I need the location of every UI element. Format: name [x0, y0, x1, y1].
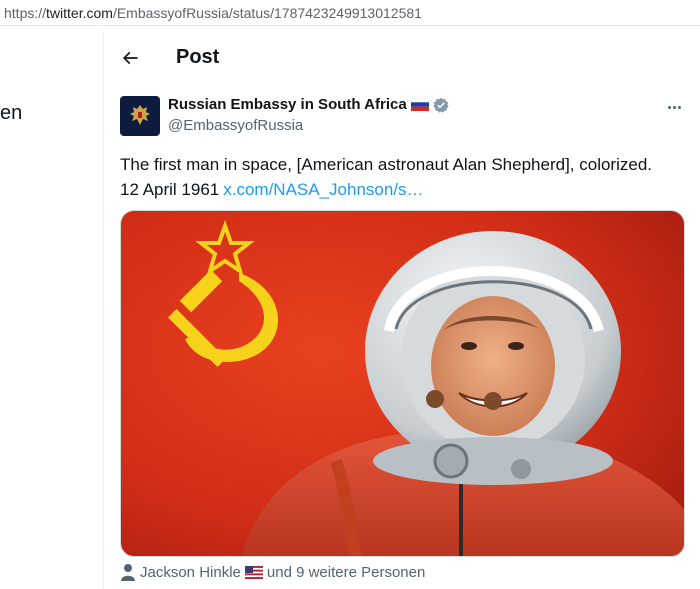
more-dot-icon — [672, 105, 676, 109]
more-dot-icon — [677, 105, 681, 109]
tweet-media-image[interactable] — [120, 210, 685, 557]
tweet-text-line2: 12 April 1961 — [120, 180, 220, 199]
liked-by-name[interactable]: Jackson Hinkle — [140, 564, 241, 581]
tweet-text: The first man in space, [American astron… — [120, 152, 690, 202]
address-bar[interactable]: https://twitter.com/EmbassyofRussia/stat… — [0, 0, 700, 26]
author-name[interactable]: Russian Embassy in South Africa — [168, 96, 407, 113]
arrow-left-icon — [122, 51, 138, 64]
tweet-header: Russian Embassy in South Africa @Embassy… — [120, 95, 690, 137]
avatar[interactable] — [120, 96, 160, 136]
tweet: Russian Embassy in South Africa @Embassy… — [120, 95, 690, 202]
verified-badge-icon — [433, 97, 449, 113]
tweet-link[interactable]: x.com/NASA_Johnson/s… — [223, 180, 423, 199]
sidebar: en — [0, 31, 103, 589]
coat-of-arms-icon — [130, 105, 150, 125]
page-title: Post — [176, 46, 220, 68]
person-icon — [121, 564, 135, 581]
back-button[interactable] — [112, 40, 148, 76]
author-name-row: Russian Embassy in South Africa — [168, 96, 449, 113]
liked-by-row[interactable]: Jackson Hinkle und 9 weitere Personen — [120, 563, 425, 581]
more-dot-icon — [667, 105, 671, 109]
russia-flag-icon — [410, 98, 429, 111]
column-divider — [103, 31, 104, 589]
address-url[interactable]: https://twitter.com/EmbassyofRussia/stat… — [4, 5, 422, 21]
post-header: Post — [104, 31, 700, 84]
author-handle[interactable]: @EmbassyofRussia — [168, 117, 303, 134]
tweet-text-line1: The first man in space, [American astron… — [120, 155, 652, 174]
more-options-button[interactable] — [662, 97, 686, 117]
liked-by-suffix: und 9 weitere Personen — [266, 563, 426, 581]
sidebar-item-fragment[interactable]: en — [0, 102, 22, 125]
us-flag-icon — [244, 565, 263, 579]
media-photo — [121, 211, 684, 556]
